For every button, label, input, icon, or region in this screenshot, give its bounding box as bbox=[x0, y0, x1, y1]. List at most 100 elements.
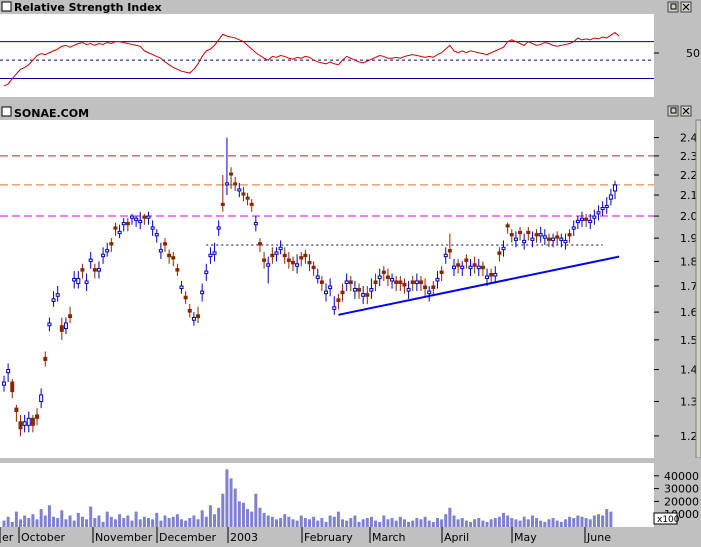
volume-bar bbox=[440, 519, 444, 527]
candle-body bbox=[336, 298, 341, 302]
price-panel-icon[interactable] bbox=[1, 106, 12, 117]
volume-bar bbox=[365, 518, 369, 527]
candle-body bbox=[530, 237, 535, 241]
candle-body bbox=[200, 290, 205, 295]
candle-body bbox=[72, 277, 77, 282]
candle-body bbox=[146, 215, 151, 219]
candle-body bbox=[22, 421, 27, 426]
candle-body bbox=[592, 215, 597, 219]
candle-body bbox=[493, 273, 498, 277]
volume-bar bbox=[506, 515, 510, 527]
volume-bar bbox=[10, 521, 14, 527]
candle-body bbox=[30, 417, 35, 426]
volume-bar bbox=[324, 521, 328, 527]
volume-bar bbox=[14, 511, 18, 527]
volume-bar bbox=[2, 520, 6, 527]
candle-body bbox=[600, 207, 605, 211]
volume-bar bbox=[522, 516, 526, 527]
candle-body bbox=[14, 407, 19, 413]
candle-body bbox=[150, 226, 155, 230]
volume-bar bbox=[357, 521, 361, 527]
volume-bar bbox=[456, 519, 460, 527]
candle-body bbox=[229, 172, 234, 176]
volume-bar bbox=[225, 469, 229, 527]
volume-bar bbox=[52, 516, 56, 527]
candle-body bbox=[204, 270, 209, 275]
volume-bar bbox=[341, 519, 345, 527]
volume-bar bbox=[502, 512, 506, 527]
volume-bar bbox=[609, 511, 613, 527]
volume-bar bbox=[572, 518, 576, 527]
volume-bar bbox=[101, 521, 105, 527]
volume-bar bbox=[39, 509, 43, 527]
scrollbar-track[interactable] bbox=[695, 119, 701, 459]
candle-body bbox=[443, 253, 448, 258]
candle-body bbox=[579, 217, 584, 221]
price-title: SONAE.COM bbox=[14, 107, 89, 120]
volume-bar bbox=[118, 514, 122, 527]
rsi-panel-icon[interactable] bbox=[1, 1, 12, 12]
candle-body bbox=[18, 421, 23, 430]
volume-bar bbox=[361, 519, 365, 527]
price-scrollbar[interactable] bbox=[695, 119, 701, 459]
candle-body bbox=[96, 268, 101, 272]
volume-bar bbox=[167, 518, 171, 527]
candle-body bbox=[299, 256, 304, 260]
candle-body bbox=[167, 253, 172, 258]
volume-bar bbox=[345, 520, 349, 527]
volume-bar bbox=[43, 515, 47, 527]
candle-body bbox=[361, 293, 366, 297]
candle-body bbox=[121, 222, 126, 226]
volume-bar bbox=[299, 515, 303, 527]
candle-body bbox=[187, 308, 192, 313]
price-tick-label: 1.5 bbox=[680, 334, 698, 347]
candle-body bbox=[154, 233, 159, 237]
candle-body bbox=[134, 217, 139, 221]
candle-body bbox=[555, 235, 560, 239]
volume-bar bbox=[89, 506, 93, 527]
candle-body bbox=[158, 249, 163, 253]
volume-bar bbox=[23, 515, 27, 527]
candle-body bbox=[88, 258, 93, 262]
candle-body bbox=[505, 224, 510, 228]
price-titlebar bbox=[0, 104, 701, 120]
volume-tick-label: 30000 bbox=[664, 483, 699, 496]
candle-body bbox=[262, 258, 267, 262]
volume-bar bbox=[514, 519, 518, 527]
candle-body bbox=[125, 222, 130, 226]
volume-bar bbox=[485, 521, 489, 527]
candle-body bbox=[163, 242, 168, 246]
volume-bar bbox=[374, 520, 378, 527]
volume-bar bbox=[448, 507, 452, 527]
candle-body bbox=[522, 239, 527, 244]
candle-body bbox=[290, 260, 295, 265]
volume-panel: 40000300002000010000 x100 bbox=[0, 458, 701, 527]
volume-bar bbox=[180, 519, 184, 527]
candle-body bbox=[51, 298, 56, 302]
volume-bar bbox=[526, 519, 530, 527]
candle-body bbox=[398, 280, 403, 284]
volume-bar bbox=[192, 515, 196, 527]
volume-bar bbox=[518, 520, 522, 527]
candle-body bbox=[92, 268, 97, 272]
price-tick-label: 1.7 bbox=[680, 280, 698, 293]
volume-bar bbox=[27, 518, 31, 527]
month-label: October bbox=[21, 531, 65, 543]
month-label: er bbox=[2, 531, 14, 543]
volume-bar bbox=[283, 514, 287, 527]
candle-body bbox=[575, 219, 580, 224]
candle-body bbox=[431, 285, 436, 290]
candle-body bbox=[406, 288, 411, 292]
candle-body bbox=[76, 277, 81, 284]
price-tick-label: 1.3 bbox=[680, 395, 698, 408]
volume-bar bbox=[93, 518, 97, 527]
candle-body bbox=[117, 230, 122, 235]
volume-bar bbox=[382, 515, 386, 527]
candle-body bbox=[546, 237, 551, 241]
candle-body bbox=[563, 239, 568, 244]
candle-body bbox=[319, 280, 324, 284]
candle-body bbox=[538, 233, 543, 237]
candle-body bbox=[224, 182, 229, 186]
candle-body bbox=[324, 290, 329, 295]
month-label: June bbox=[586, 531, 611, 543]
